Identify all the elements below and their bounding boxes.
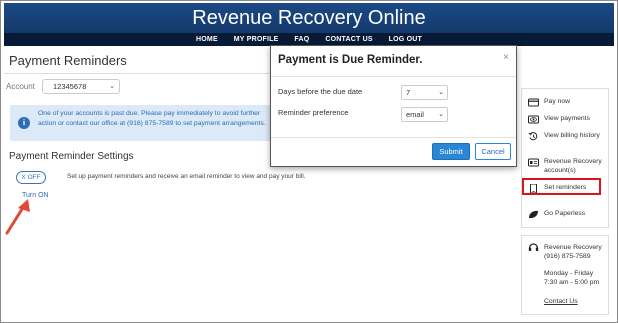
divider <box>271 137 516 138</box>
sidebar-item-label: View billing history <box>544 132 600 139</box>
headset-icon <box>528 243 539 251</box>
contact-days: Monday - Friday <box>544 270 594 277</box>
chevron-down-icon: ⌄ <box>109 83 115 90</box>
chevron-down-icon: ⌄ <box>438 111 444 118</box>
preference-value: email <box>406 110 424 119</box>
close-icon[interactable]: × <box>503 52 509 63</box>
sidebar-item-label: View payments <box>544 115 590 122</box>
sidebar: Pay now View payments View billing histo… <box>521 88 609 228</box>
settings-title: Payment Reminder Settings <box>9 151 134 162</box>
history-icon <box>528 132 538 141</box>
contact-box: Revenue Recovery (916) 875-7589 Monday -… <box>521 235 609 315</box>
modal-title: Payment is Due Reminder. <box>278 54 423 66</box>
submit-button[interactable]: Submit <box>432 143 470 160</box>
contact-hours: 7:30 am - 5:00 pm <box>544 279 600 286</box>
divider <box>4 73 269 74</box>
chevron-down-icon: ⌄ <box>438 89 444 96</box>
nav-log-out[interactable]: LOG OUT <box>389 36 422 43</box>
contact-name: Revenue Recovery <box>544 244 602 251</box>
contact-us-link[interactable]: Contact Us <box>544 297 578 306</box>
account-select[interactable]: 12345678 ⌄ <box>42 79 120 94</box>
divider <box>271 76 516 77</box>
days-before-value: 7 <box>406 88 411 97</box>
site-banner: Revenue Recovery Online <box>4 3 614 33</box>
nav-contact-us[interactable]: CONTACT US <box>325 36 372 43</box>
eye-icon <box>528 115 539 124</box>
leaf-icon <box>529 210 538 219</box>
sidebar-item-label: Pay now <box>544 98 571 105</box>
reminder-toggle[interactable]: X OFF <box>16 171 46 184</box>
account-label: Account <box>6 82 35 91</box>
account-value: 12345678 <box>53 82 87 91</box>
sidebar-item-label: Go Paperless <box>544 210 586 217</box>
days-before-label: Days before the due date <box>278 87 363 96</box>
red-arrow-icon <box>5 199 30 235</box>
nav-my-profile[interactable]: MY PROFILE <box>234 36 279 43</box>
highlight-box <box>522 178 601 195</box>
days-before-select[interactable]: 7 ⌄ <box>401 85 448 100</box>
cancel-button[interactable]: Cancel <box>475 143 511 160</box>
preference-label: Reminder preference <box>278 108 349 117</box>
site-title: Revenue Recovery Online <box>192 7 426 29</box>
toggle-description: Set up payment reminders and receive an … <box>67 173 306 180</box>
alert-text: One of your accounts is past due. Please… <box>38 110 266 127</box>
past-due-alert: i One of your accounts is past due. Plea… <box>10 105 272 141</box>
preference-select[interactable]: email ⌄ <box>401 107 448 122</box>
reminder-modal: Payment is Due Reminder. × Days before t… <box>270 45 517 167</box>
page-title: Payment Reminders <box>9 53 127 68</box>
contact-phone: (916) 875-7589 <box>544 253 591 260</box>
sidebar-item-label: Revenue Recovery account(s) <box>544 158 602 174</box>
info-icon: i <box>18 117 30 129</box>
id-card-icon <box>528 158 539 167</box>
nav-faq[interactable]: FAQ <box>294 36 309 43</box>
nav-home[interactable]: HOME <box>196 36 218 43</box>
card-icon <box>528 98 539 107</box>
